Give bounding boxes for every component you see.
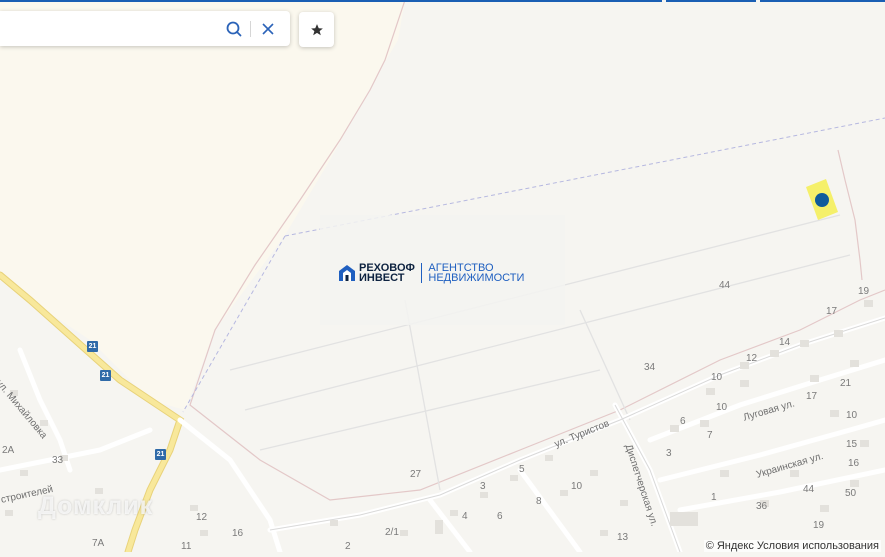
house-number: 36	[756, 501, 768, 512]
house-number: 34	[644, 362, 656, 373]
house-number: 6	[680, 416, 686, 427]
map-canvas[interactable]: 21 21 21 ул. Михайловка ул. Туристов Дис…	[0, 0, 885, 556]
house-number: 17	[806, 391, 818, 402]
house-number: 16	[232, 528, 244, 539]
logo-divider	[420, 263, 423, 283]
house-number: 3	[666, 448, 672, 459]
route-marker: 21	[87, 341, 98, 352]
house-number: 10	[846, 410, 858, 421]
favorite-button[interactable]	[299, 12, 334, 47]
house-number: 2	[345, 541, 351, 552]
watermark: Домклик	[38, 492, 154, 520]
top-tab-indicator	[0, 0, 662, 2]
location-marker[interactable]	[815, 193, 829, 207]
search-icon[interactable]	[224, 19, 244, 39]
house-number: 50	[845, 488, 857, 499]
house-number: 16	[848, 458, 860, 469]
house-number: 19	[813, 520, 825, 531]
house-number: 14	[779, 337, 791, 348]
house-number: 2/1	[385, 527, 399, 538]
star-icon	[310, 23, 323, 35]
search-input[interactable]	[10, 19, 214, 40]
top-tab-indicator	[666, 0, 756, 2]
house-number: 13	[617, 532, 629, 543]
house-number: 1	[711, 492, 717, 503]
map-attribution[interactable]: © Яндекс Условия использования	[703, 540, 881, 552]
house-number: 27	[410, 469, 422, 480]
house-number: 7A	[92, 538, 105, 549]
house-number: 10	[571, 481, 583, 492]
house-number: 12	[746, 353, 758, 364]
house-logo-icon	[339, 265, 355, 281]
house-number: 15	[846, 439, 858, 450]
house-number: 17	[826, 306, 838, 317]
house-number: 33	[52, 455, 64, 466]
search-box	[0, 11, 290, 46]
house-number: 44	[803, 484, 815, 495]
logo-agency-line2: НЕДВИЖИМОСТИ	[428, 272, 525, 284]
house-number: 10	[711, 372, 723, 383]
house-number: 5	[519, 464, 525, 475]
house-number: 44	[719, 280, 731, 291]
house-number: 4	[462, 511, 468, 522]
house-number: 10	[716, 402, 728, 413]
house-number: 8	[536, 496, 542, 507]
house-number: 21	[840, 378, 852, 389]
house-number: 12	[196, 512, 208, 523]
top-tab-indicator	[760, 0, 885, 2]
close-icon[interactable]	[258, 19, 278, 39]
house-number: 7	[707, 430, 713, 441]
route-marker: 21	[100, 370, 111, 381]
agency-logo: РЕХОВОФ ИНВЕСТ АГЕНТСТВО НЕДВИЖИМОСТИ	[338, 263, 525, 284]
route-marker: 21	[155, 449, 166, 460]
logo-name-line2: ИНВЕСТ	[359, 272, 405, 284]
house-number: 2A	[2, 445, 15, 456]
house-number: 11	[181, 541, 192, 552]
search-separator	[250, 21, 251, 37]
house-number: 6	[497, 511, 503, 522]
house-number: 19	[858, 286, 870, 297]
house-number: 3	[480, 481, 486, 492]
